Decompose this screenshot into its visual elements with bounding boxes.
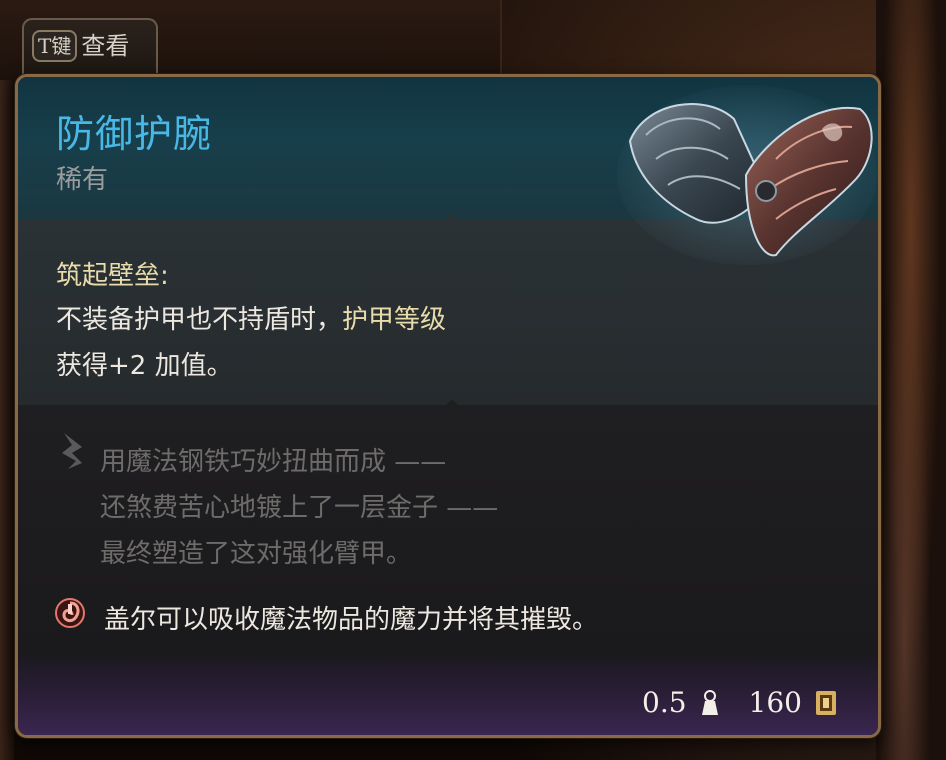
item-tooltip: 防御护腕 稀有 筑起壁垒: 不装备护甲也不持盾时，护甲等级 获得+2 加值。 用…	[15, 74, 881, 738]
lore-line: 用魔法钢铁巧妙扭曲而成 ——	[100, 447, 447, 477]
item-stats: 0.5 160	[642, 686, 838, 719]
t-key-badge: T键	[32, 30, 78, 62]
bracers-icon	[617, 85, 877, 265]
lore-line: 最终塑造了这对强化臂甲。	[100, 539, 413, 569]
absorb-magic-icon	[55, 598, 85, 628]
gold-value: 160	[748, 686, 802, 719]
divider-notch-icon	[442, 213, 462, 223]
weight-icon	[701, 689, 718, 715]
quill-icon	[62, 433, 82, 469]
effect-description-line: 不装备护甲也不持盾时，护甲等级	[56, 299, 446, 336]
divider-notch-icon	[442, 399, 462, 409]
background-strip	[0, 0, 14, 760]
effect-title: 筑起壁垒:	[56, 261, 169, 291]
gold-coin-icon	[816, 690, 836, 715]
armor-class-keyword[interactable]: 护甲等级	[342, 305, 446, 335]
view-hint[interactable]: T键 查看	[22, 18, 158, 76]
item-name: 防御护腕	[56, 112, 213, 156]
view-label: 查看	[81, 32, 130, 60]
lore-line: 还煞费苦心地镀上了一层金子 ——	[100, 493, 499, 523]
absorb-warning-text: 盖尔可以吸收魔法物品的魔力并将其摧毁。	[104, 605, 599, 635]
effect-description-line: 获得+2 加值。	[56, 351, 233, 381]
weight-value: 0.5	[642, 686, 687, 719]
effect-text: 不装备护甲也不持盾时，	[56, 305, 343, 335]
background-scene	[876, 0, 946, 760]
item-rarity: 稀有	[56, 165, 109, 195]
